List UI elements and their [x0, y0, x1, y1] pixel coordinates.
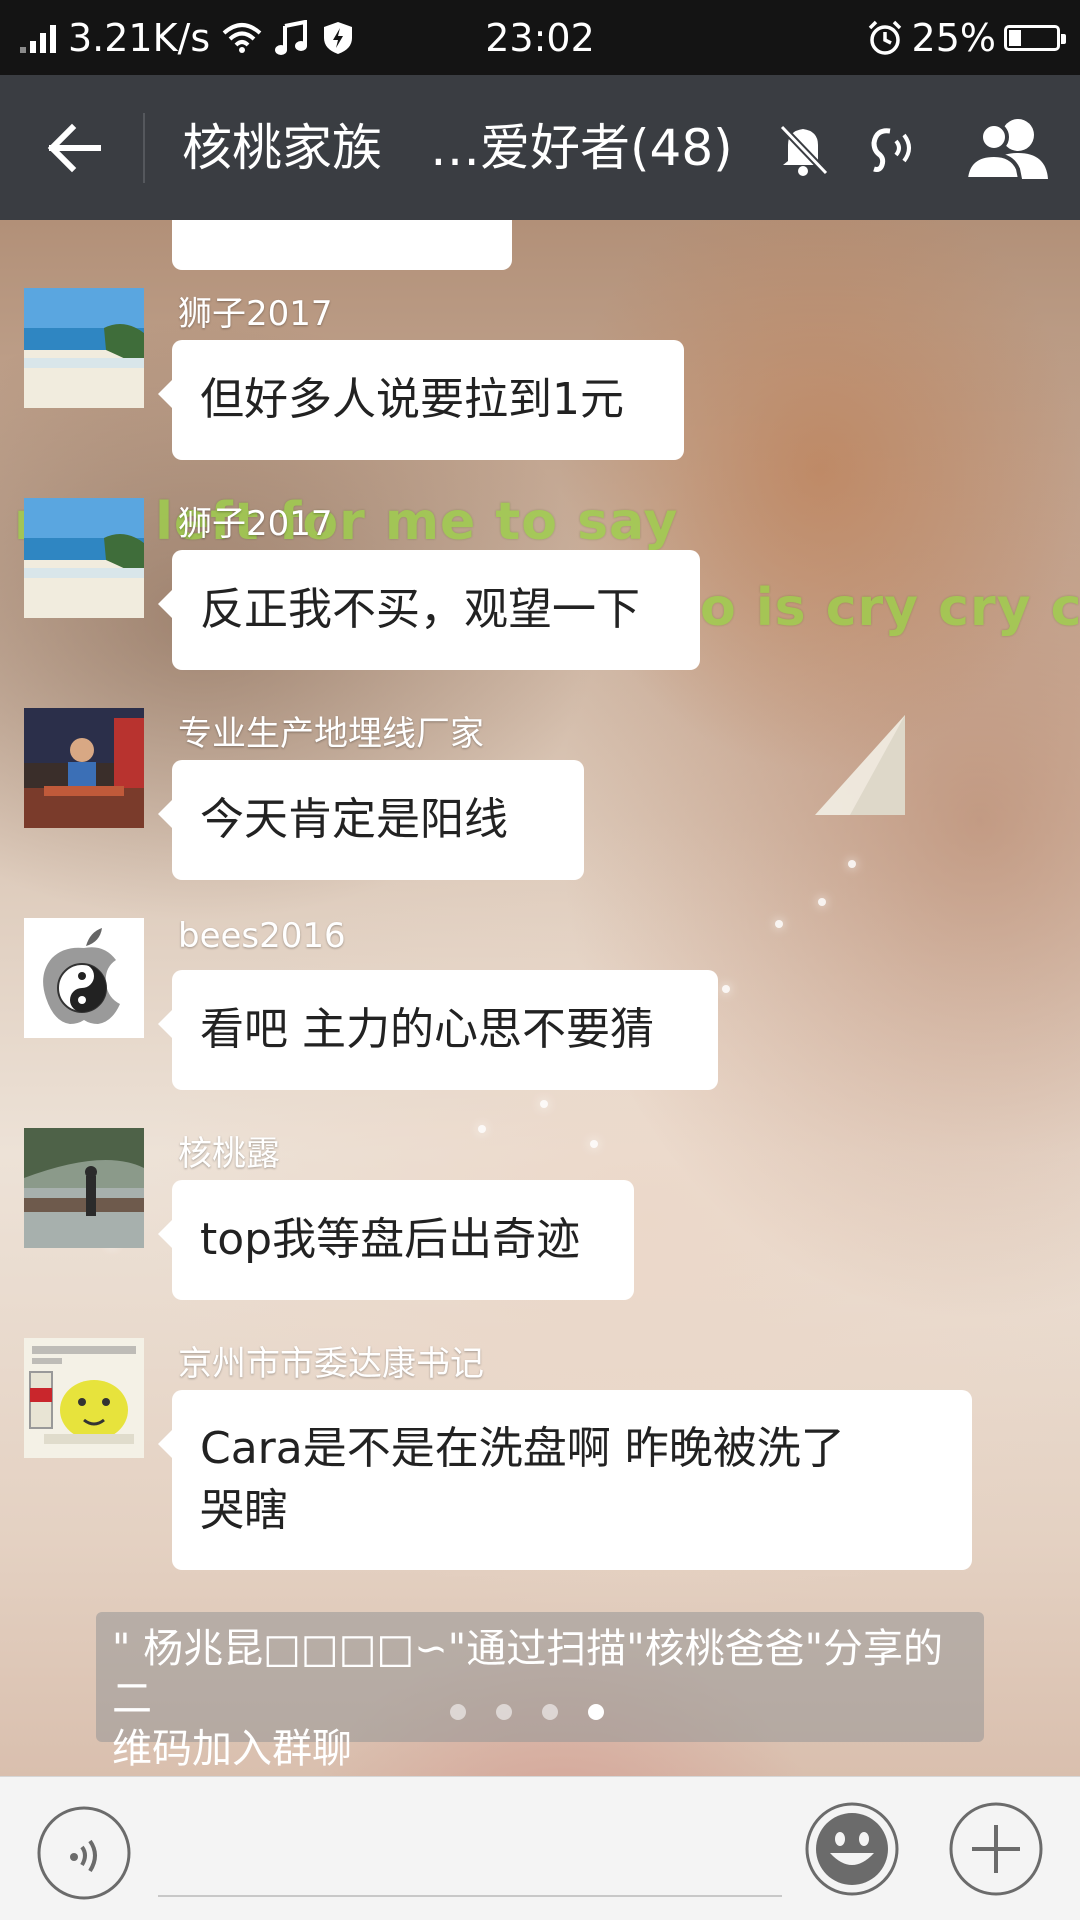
page-dot-active [588, 1704, 604, 1720]
sender-name: 狮子2017 [178, 504, 333, 544]
status-right: 25% [866, 0, 1066, 75]
group-title-part1: 核桃家族 [182, 119, 382, 177]
system-notice: " 杨兆昆□□□□∽"通过扫描"核桃爸爸"分享的二 维码加入群聊 [96, 1612, 984, 1772]
group-title-part2: …爱好者(48) [430, 119, 733, 177]
alarm-icon [868, 20, 901, 55]
title-divider [143, 113, 145, 183]
message-bubble[interactable]: 看吧 主力的心思不要猜 [158, 970, 718, 1090]
chat-message: 狮子2017 但好多人说要拉到1元 [24, 288, 1024, 468]
riverside-avatar[interactable] [24, 1128, 144, 1248]
message-text: top我等盘后出奇迹 [200, 1214, 581, 1265]
sparkle [540, 1100, 548, 1108]
message-text: 今天肯定是阳线 [200, 794, 508, 845]
message-text: 但好多人说要拉到1元 [200, 374, 624, 425]
chat-message: bees2016 看吧 主力的心思不要猜 [24, 916, 1024, 1098]
chat-message-list[interactable]: r ng left for me to say o is cry cry cry [0, 220, 1080, 1776]
wifi-icon [222, 22, 262, 53]
message-bubble[interactable]: 今天肯定是阳线 [158, 760, 584, 880]
music-icon [275, 19, 308, 55]
sender-name: 京州市市委达康书记 [178, 1344, 484, 1384]
yin-yang-apple-avatar[interactable] [24, 918, 144, 1038]
shield-icon [324, 21, 353, 54]
more-options-button[interactable] [948, 1801, 1044, 1897]
message-bubble[interactable]: 反正我不买，观望一下 [158, 550, 700, 670]
input-bar [0, 1776, 1080, 1920]
meme-avatar[interactable] [24, 1338, 144, 1458]
battery-percent: 25% [911, 15, 996, 60]
emoji-button[interactable] [804, 1801, 900, 1897]
chat-message: 专业生产地埋线厂家 今天肯定是阳线 [24, 708, 1024, 888]
chat-message: 核桃露 top我等盘后出奇迹 [24, 1128, 1024, 1308]
signal-icon [20, 23, 56, 53]
page-dot [542, 1704, 558, 1720]
chat-message: 狮子2017 反正我不买，观望一下 [24, 498, 1024, 678]
back-button[interactable] [40, 113, 110, 183]
previous-message-bubble[interactable] [172, 220, 512, 270]
status-left: 3.21K/s [20, 0, 354, 75]
chat-message: 京州市市委达康书记 Cara是不是在洗盘啊 昨晚被洗了 哭瞎 [24, 1338, 1024, 1578]
mute-notifications-icon [779, 124, 829, 176]
message-text: 看吧 主力的心思不要猜 [200, 1004, 654, 1055]
message-text-line: 哭瞎 [200, 1485, 288, 1536]
voice-input-button[interactable] [36, 1805, 132, 1901]
sender-name: 狮子2017 [178, 294, 333, 334]
message-text: Cara是不是在洗盘啊 昨晚被洗了 哭瞎 [200, 1418, 845, 1542]
page-dot [496, 1704, 512, 1720]
system-notice-line: 维码加入群聊 [112, 1726, 352, 1772]
sender-name: 核桃露 [178, 1134, 280, 1174]
message-bubble[interactable]: 但好多人说要拉到1元 [158, 340, 684, 460]
page-indicator [450, 1704, 604, 1720]
network-speed: 3.21K/s [68, 15, 211, 60]
message-text: 反正我不买，观望一下 [200, 584, 640, 635]
group-members-button[interactable] [960, 113, 1060, 183]
message-input[interactable] [158, 1817, 782, 1897]
title-bar: 核桃家族 …爱好者(48) [0, 75, 1080, 220]
message-bubble[interactable]: top我等盘后出奇迹 [158, 1180, 634, 1300]
sparkle [818, 898, 826, 906]
page-dot [450, 1704, 466, 1720]
group-title: 核桃家族 …爱好者(48) [182, 115, 733, 181]
battery-icon [1004, 24, 1066, 51]
earpiece-mode-icon [871, 128, 911, 172]
chat-screen: 3.21K/s 23:02 25% 核桃家族 …爱好者(48) r ng lef… [0, 0, 1080, 1920]
beach-avatar[interactable] [24, 288, 144, 408]
beach-avatar[interactable] [24, 498, 144, 618]
sender-name: 专业生产地埋线厂家 [178, 714, 484, 754]
man-at-desk-avatar[interactable] [24, 708, 144, 828]
message-bubble[interactable]: Cara是不是在洗盘啊 昨晚被洗了 哭瞎 [158, 1390, 972, 1570]
status-bar: 3.21K/s 23:02 25% [0, 0, 1080, 75]
message-text-line: Cara是不是在洗盘啊 昨晚被洗了 [200, 1423, 845, 1474]
sender-name: bees2016 [178, 916, 346, 956]
status-time: 23:02 [485, 15, 595, 60]
